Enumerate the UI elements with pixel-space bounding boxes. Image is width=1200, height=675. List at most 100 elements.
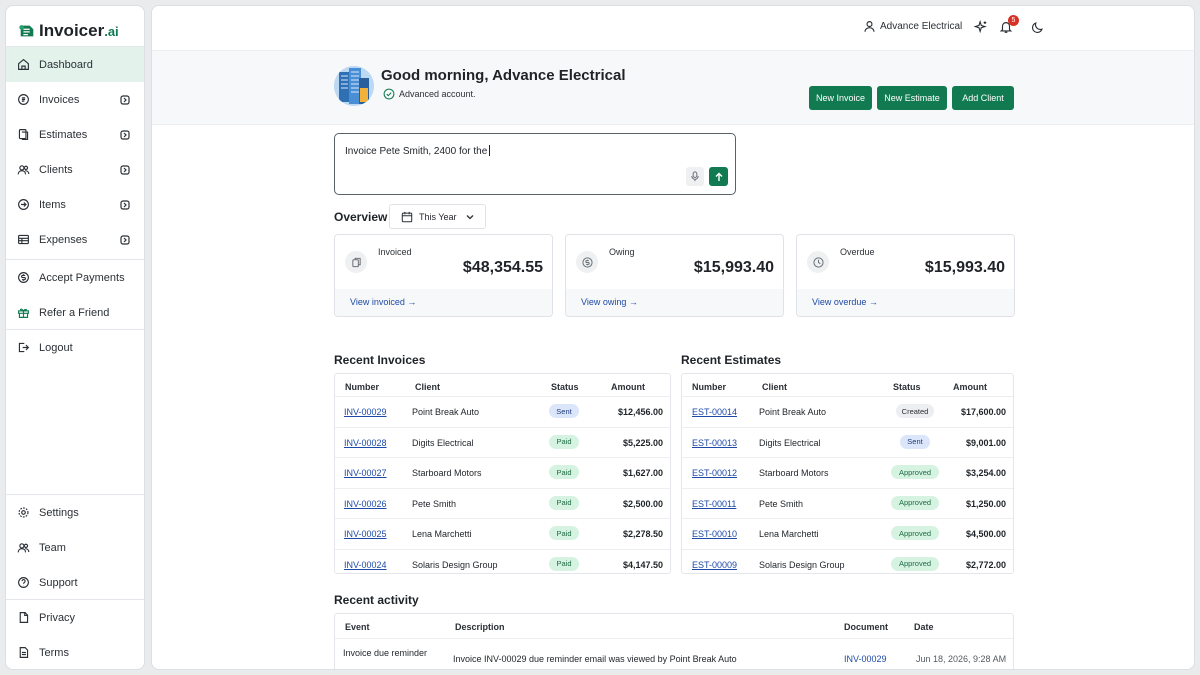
send-button[interactable]: [709, 167, 728, 186]
sidebar-item-accept-payments[interactable]: Accept Payments: [6, 260, 144, 295]
recent-activity-title: Recent activity: [334, 593, 419, 607]
status-badge: Approved: [891, 465, 939, 479]
document-number-link[interactable]: EST-00010: [692, 529, 737, 539]
card-label: Invoiced: [378, 247, 412, 257]
table-row[interactable]: EST-00012 Starboard Motors Approved $3,254.…: [682, 457, 1013, 488]
document-number-link[interactable]: INV-00028: [344, 438, 387, 448]
sidebar-item-refer-a-friend[interactable]: Refer a Friend: [6, 295, 144, 330]
table-row[interactable]: EST-00010 Lena Marchetti Approved $4,500.00: [682, 518, 1013, 549]
sidebar-item-label: Team: [39, 541, 66, 554]
sidebar-item-privacy[interactable]: Privacy: [6, 600, 144, 635]
sidebar-item-invoices[interactable]: Invoices: [6, 82, 144, 117]
document-number-link[interactable]: EST-00011: [692, 499, 736, 509]
status-badge: Created: [896, 404, 934, 418]
client-cell: Pete Smith: [412, 498, 457, 509]
chevron-down-icon: [466, 214, 473, 219]
ai-prompt-input[interactable]: Invoice Pete Smith, 2400 for the: [334, 133, 736, 195]
table-row[interactable]: INV-00027 Starboard Motors Paid $1,627.00: [335, 457, 670, 488]
period-value: This Year: [419, 211, 457, 222]
view-overdue-link[interactable]: View overdue →: [812, 297, 878, 307]
view-invoiced-link[interactable]: View invoiced →: [350, 297, 416, 307]
column-header-event: Event: [345, 622, 370, 632]
column-header-status: Status: [893, 382, 921, 392]
privacy-icon: [16, 611, 30, 625]
account-name: Advance Electrical: [880, 21, 963, 32]
sidebar-item-team[interactable]: Team: [6, 530, 144, 565]
table-row[interactable]: INV-00028 Digits Electrical Paid $5,225.00: [335, 426, 670, 458]
sidebar-item-terms[interactable]: Terms: [6, 635, 144, 669]
status-badge: Paid: [549, 556, 579, 571]
home-icon: [16, 58, 30, 72]
sidebar-item-label: Refer a Friend: [39, 306, 110, 319]
new-estimate-button[interactable]: New Estimate: [877, 86, 947, 110]
notification-badge: 5: [1008, 15, 1019, 26]
status-badge: Sent: [900, 434, 930, 449]
column-header-status: Status: [551, 382, 579, 392]
microphone-button[interactable]: [686, 167, 704, 186]
card-label: Overdue: [840, 247, 875, 257]
table-row[interactable]: INV-00029 Point Break Auto Sent $12,456.00: [335, 396, 670, 427]
document-number-link[interactable]: EST-00013: [692, 438, 737, 448]
user-icon: [864, 21, 875, 32]
account-menu[interactable]: Advance Electrical: [863, 20, 962, 33]
team-icon: [16, 541, 30, 555]
amount-cell: $4,147.50: [622, 559, 663, 570]
expand-icon[interactable]: [120, 234, 130, 245]
table-row[interactable]: EST-00014 Point Break Auto Created $17,600.…: [682, 396, 1013, 427]
table-row[interactable]: INV-00024 Solaris Design Group Paid $4,147.…: [335, 548, 670, 574]
document-link[interactable]: INV-00029: [844, 654, 887, 664]
new-invoice-button[interactable]: New Invoice: [809, 86, 872, 110]
document-number-link[interactable]: EST-00012: [692, 468, 737, 478]
table-row[interactable]: EST-00011 Pete Smith Approved $1,250.00: [682, 487, 1013, 519]
expand-icon[interactable]: [120, 164, 130, 175]
document-number-link[interactable]: INV-00026: [344, 499, 387, 509]
amount-cell: $2,500.00: [622, 498, 663, 509]
sparkle-icon[interactable]: [974, 20, 988, 34]
table-row[interactable]: INV-00025 Lena Marchetti Paid $2,278.50: [335, 518, 670, 549]
table-row[interactable]: Invoice due reminder Invoice INV-00029 d…: [335, 638, 1013, 669]
status-badge: Paid: [549, 495, 579, 510]
document-number-link[interactable]: INV-00025: [344, 529, 387, 539]
document-number-link[interactable]: EST-00014: [692, 407, 737, 417]
document-number-link[interactable]: INV-00027: [344, 468, 387, 478]
sidebar-item-settings[interactable]: Settings: [6, 495, 144, 530]
event-cell: Invoice due reminder: [343, 648, 428, 658]
amount-cell: $3,254.00: [965, 468, 1006, 478]
prompt-value: Invoice Pete Smith, 2400 for the: [345, 146, 488, 157]
sidebar-item-expenses[interactable]: Expenses: [6, 222, 144, 257]
client-cell: Digits Electrical: [759, 437, 821, 448]
client-cell: Solaris Design Group: [412, 559, 498, 570]
status-badge: Paid: [549, 465, 579, 479]
expand-icon[interactable]: [120, 94, 130, 105]
column-header-description: Description: [455, 622, 505, 632]
table-row[interactable]: INV-00026 Pete Smith Paid $2,500.00: [335, 487, 670, 519]
view-owing-link[interactable]: View owing →: [581, 297, 638, 307]
table-row[interactable]: EST-00009 Solaris Design Group Approved $2,…: [682, 548, 1013, 574]
calendar-icon: [401, 211, 413, 222]
logo-icon: [19, 25, 34, 37]
column-header-client: Client: [762, 382, 788, 392]
document-number-link[interactable]: INV-00024: [344, 560, 387, 570]
table-row[interactable]: EST-00013 Digits Electrical Sent $9,001.00: [682, 426, 1013, 458]
sidebar-item-dashboard[interactable]: Dashboard: [6, 47, 144, 82]
recent-activity-table: Event Description Document Date Invoice …: [334, 613, 1014, 669]
document-number-link[interactable]: EST-00009: [692, 560, 737, 570]
document-number-link[interactable]: INV-00029: [344, 407, 387, 417]
period-select[interactable]: This Year: [389, 204, 486, 229]
sidebar-item-label: Privacy: [39, 611, 76, 624]
sidebar-item-logout[interactable]: Logout: [6, 330, 144, 365]
expand-icon[interactable]: [120, 199, 130, 210]
gear-icon: [16, 506, 30, 520]
column-header-document: Document: [844, 622, 889, 632]
sidebar-item-estimates[interactable]: Estimates: [6, 117, 144, 152]
sidebar-item-items[interactable]: Items: [6, 187, 144, 222]
avatar[interactable]: [334, 66, 374, 106]
sidebar-item-clients[interactable]: Clients: [6, 152, 144, 187]
app-logo[interactable]: Invoicer .ai: [18, 18, 119, 44]
recent-estimates-table: Number Client Status Amount EST-00014 Poi…: [681, 373, 1014, 574]
sidebar-item-support[interactable]: Support: [6, 565, 144, 600]
expand-icon[interactable]: [120, 129, 130, 140]
moon-icon[interactable]: [1031, 20, 1045, 34]
expenses-icon: [16, 233, 30, 247]
add-client-button[interactable]: Add Client: [952, 86, 1014, 110]
